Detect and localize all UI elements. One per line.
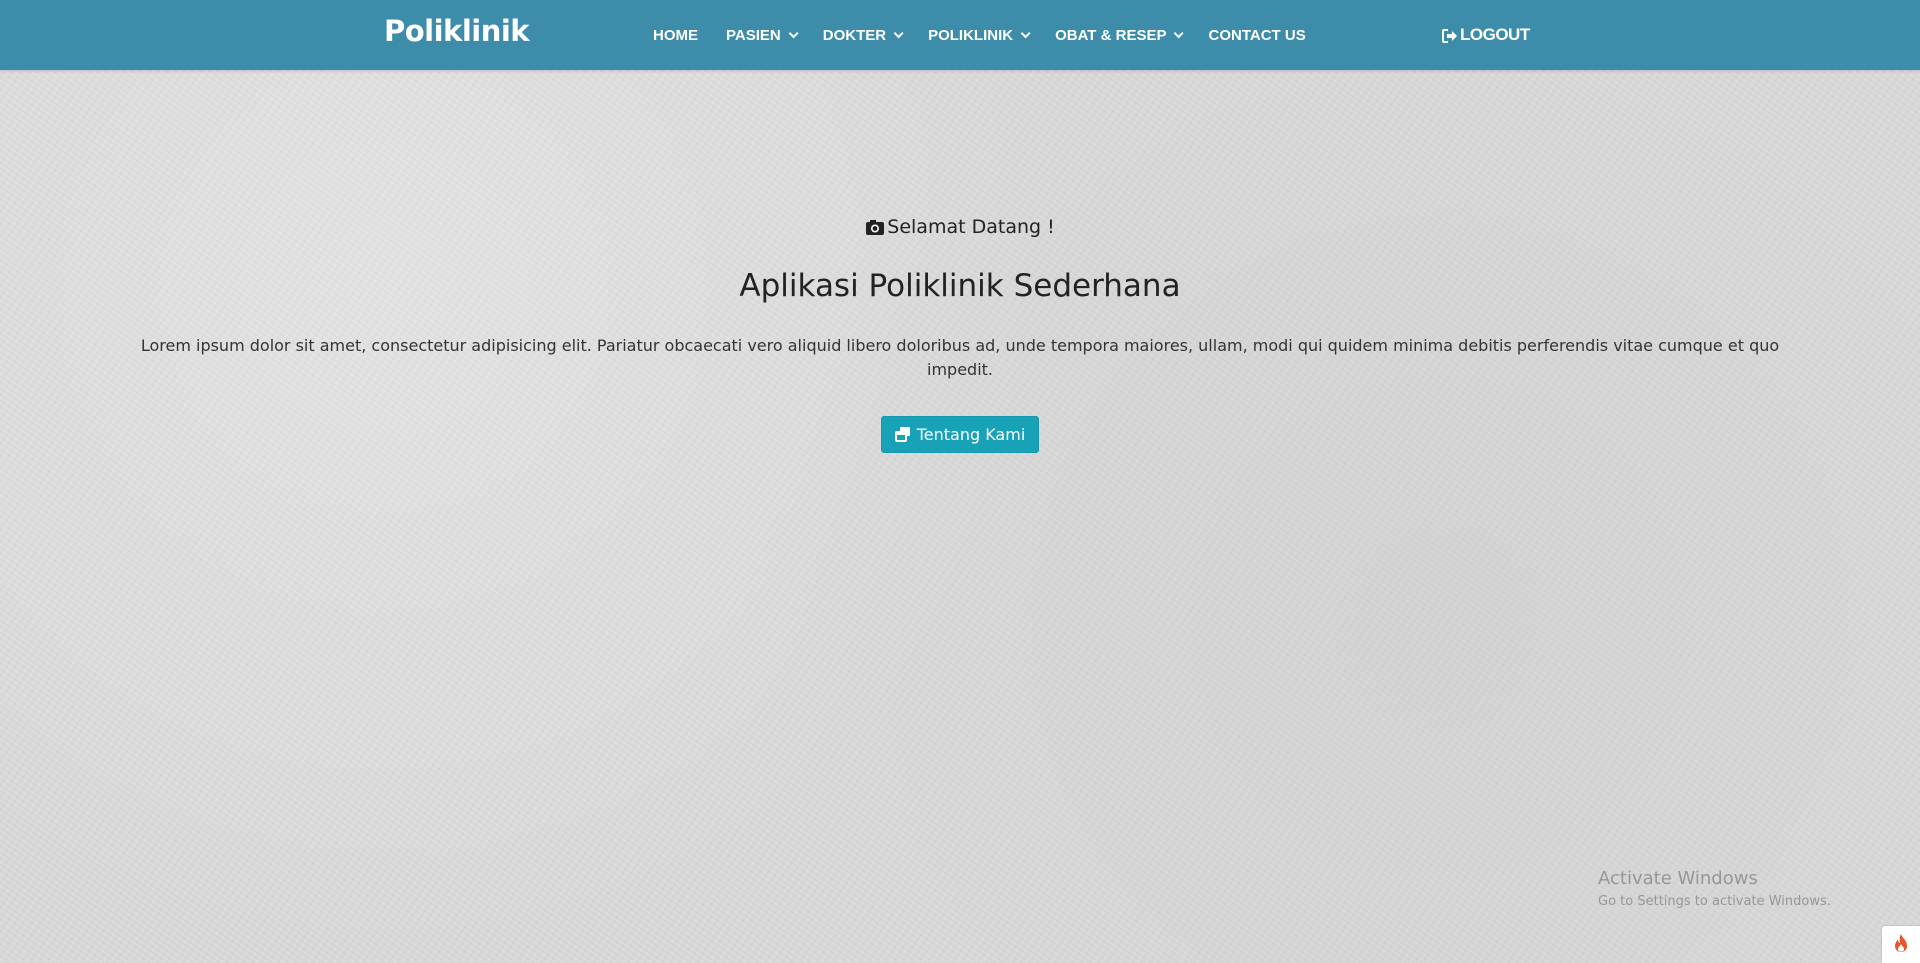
nav-item-dokter[interactable]: DOKTER	[822, 26, 904, 44]
nav-item-label: PASIEN	[726, 26, 781, 44]
chevron-down-icon	[893, 27, 904, 38]
brand-logo[interactable]: Poliklinik	[384, 14, 530, 48]
chevron-down-icon	[1174, 27, 1185, 38]
logout-label: LOGOUT	[1460, 25, 1530, 44]
nav-item-poliklinik[interactable]: POLIKLINIK	[928, 26, 1031, 44]
nav-item-label: HOME	[653, 26, 698, 44]
windows-activation-watermark: Activate Windows Go to Settings to activ…	[1598, 868, 1831, 909]
window-restore-icon	[894, 426, 911, 442]
nav-item-pasien[interactable]: PASIEN	[726, 26, 799, 44]
corner-badge[interactable]	[1882, 926, 1920, 963]
nav-item-obat-resep[interactable]: OBAT & RESEP	[1055, 26, 1185, 44]
page-title: Aplikasi Poliklinik Sederhana	[739, 267, 1181, 304]
camera-icon	[865, 219, 885, 236]
watermark-title: Activate Windows	[1598, 868, 1758, 889]
watermark-subtitle: Go to Settings to activate Windows.	[1598, 894, 1831, 909]
nav-item-label: DOKTER	[822, 26, 887, 44]
logout-button[interactable]: LOGOUT	[1442, 0, 1530, 70]
top-navbar: Poliklinik HOME PASIEN DOKTER POLIKLINIK…	[0, 0, 1920, 70]
nav-item-contact-us[interactable]: CONTACT US	[1208, 27, 1305, 44]
hero-section: Selamat Datang ! Aplikasi Poliklinik Sed…	[0, 210, 1920, 453]
about-us-label: Tentang Kami	[916, 424, 1026, 444]
flame-icon	[1893, 933, 1909, 957]
nav-item-label: OBAT & RESEP	[1055, 26, 1167, 44]
description-text: Lorem ipsum dolor sit amet, consectetur …	[140, 335, 1780, 379]
chevron-down-icon	[788, 27, 799, 38]
welcome-text: Selamat Datang !	[865, 216, 1055, 238]
nav-menu: HOME PASIEN DOKTER POLIKLINIK OBAT & RES…	[653, 0, 1334, 70]
chevron-down-icon	[1020, 27, 1031, 38]
nav-item-label: POLIKLINIK	[928, 26, 1014, 44]
sign-out-icon	[1442, 28, 1458, 43]
about-us-button[interactable]: Tentang Kami	[880, 415, 1040, 453]
welcome-label: Selamat Datang !	[887, 216, 1055, 238]
nav-item-label: CONTACT US	[1208, 26, 1306, 44]
nav-item-home[interactable]: HOME	[653, 27, 698, 44]
page-background	[0, 0, 1920, 963]
